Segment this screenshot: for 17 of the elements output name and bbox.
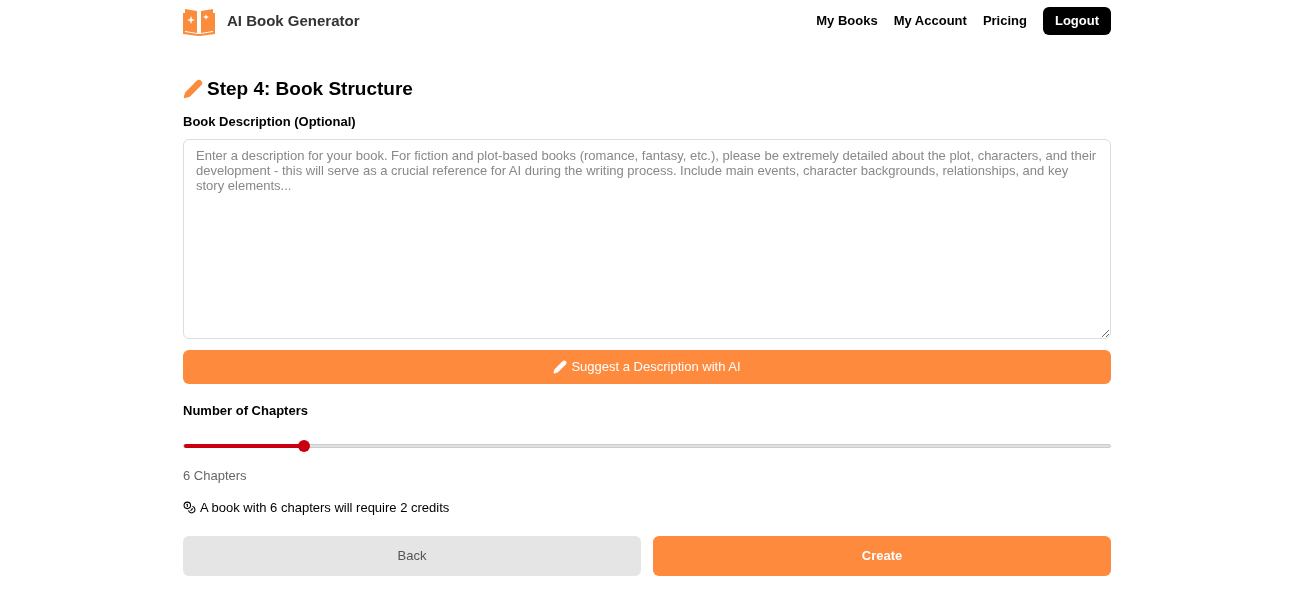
logout-button[interactable]: Logout bbox=[1042, 7, 1111, 35]
credits-note: A book with 6 chapters will require 2 credits bbox=[200, 498, 450, 517]
brand-name: AI Book Generator bbox=[227, 10, 360, 31]
slider-thumb[interactable] bbox=[297, 440, 310, 452]
description-field[interactable]: Enter a description for your book. For fiction and plot-based books (romance, fantasy, etc.), please be extremely detailed about the plot, characters, and their development - this will serve as a crucial reference for AI during the writing process. Include main events, character backgrounds, relationships, and key story elements... bbox=[183, 138, 1111, 339]
step-title: Step 4: Book Structure bbox=[207, 76, 413, 101]
coins-icon bbox=[183, 500, 196, 514]
pencil-icon bbox=[183, 79, 203, 99]
field-label: Book Description (Optional) bbox=[183, 113, 357, 131]
field-label: Number of Chapters bbox=[183, 401, 309, 420]
back-button[interactable]: Back bbox=[183, 536, 641, 576]
nav-link[interactable]: My Books bbox=[816, 11, 878, 31]
chapters-slider[interactable] bbox=[183, 440, 1111, 452]
nav-link[interactable]: My Account bbox=[893, 11, 967, 31]
pencil-icon bbox=[553, 359, 568, 374]
nav-link[interactable]: Pricing bbox=[982, 11, 1027, 31]
chapters-count: 6 Chapters bbox=[183, 467, 248, 485]
